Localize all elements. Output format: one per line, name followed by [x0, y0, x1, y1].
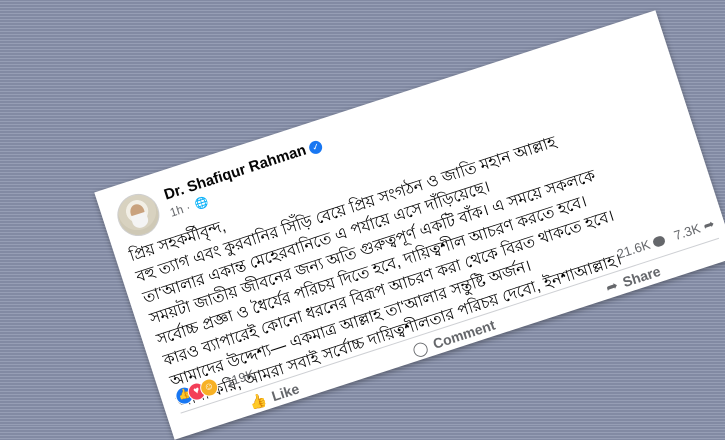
- meta-separator: ·: [184, 199, 193, 215]
- avatar-beard: [130, 211, 150, 230]
- facebook-post-card: Dr. Shafiqur Rahman ✓ 1h · 🌐 প্রিয় সহকর্…: [94, 10, 725, 440]
- like-label: Like: [269, 380, 302, 405]
- thumbs-up-icon: 👍: [247, 390, 269, 412]
- comment-bubble-icon: [651, 234, 667, 248]
- verified-badge-icon: ✓: [307, 139, 325, 156]
- share-arrow-icon: ➦: [701, 215, 717, 234]
- author-avatar[interactable]: [111, 188, 165, 242]
- comment-icon: ◯: [410, 338, 431, 359]
- globe-icon[interactable]: 🌐: [193, 195, 211, 212]
- post-header: Dr. Shafiqur Rahman ✓ 1h · 🌐: [111, 139, 325, 244]
- share-icon: ➦: [603, 276, 620, 296]
- post-time[interactable]: 1h: [168, 202, 185, 219]
